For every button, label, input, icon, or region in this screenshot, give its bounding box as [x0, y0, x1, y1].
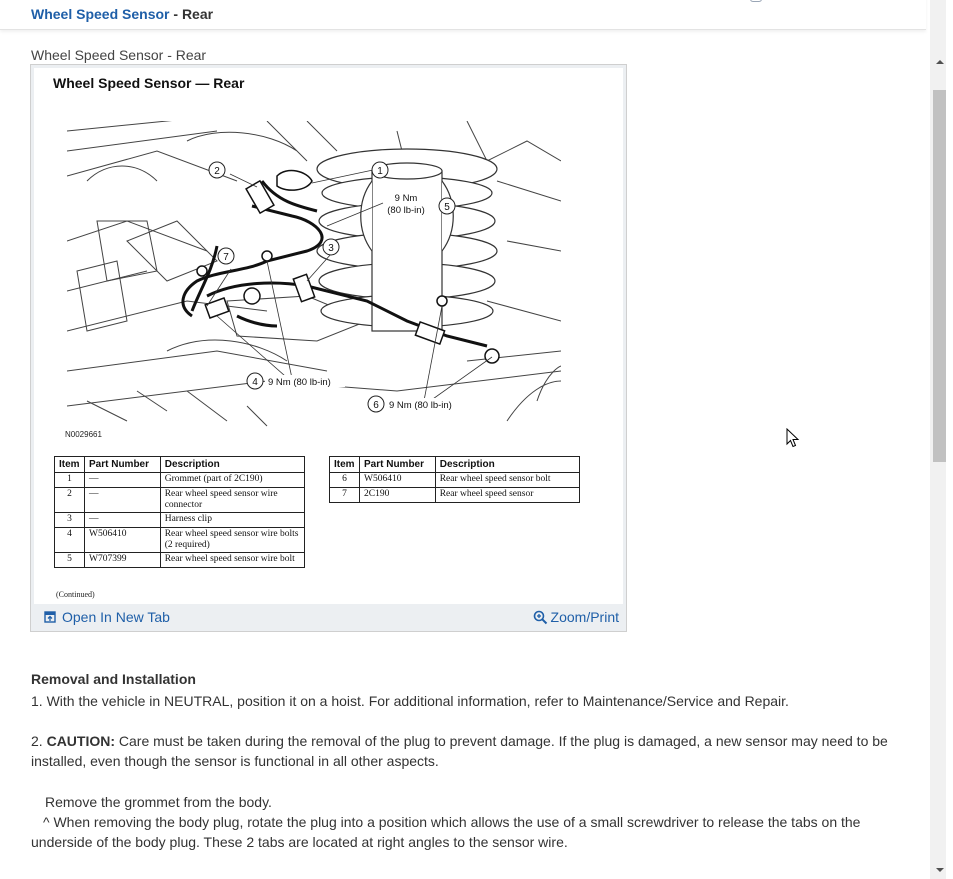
cell-item: 2: [54, 487, 85, 513]
open-in-new-tab-button[interactable]: Open In New Tab: [44, 609, 170, 625]
substep-note: ^ When removing the body plug, rotate th…: [31, 812, 911, 852]
column-header-item: Item: [54, 456, 85, 473]
callout-4: 4: [252, 377, 258, 388]
callout-2: 2: [214, 166, 220, 177]
mouse-pointer-icon: [786, 428, 800, 448]
table-row: 6 W506410 Rear wheel speed sensor bolt: [329, 472, 581, 488]
column-header-description: Description: [159, 456, 306, 473]
cell-description: Rear wheel speed sensor bolt: [434, 472, 581, 488]
section-header: Wheel Speed Sensor - Rear: [0, 0, 926, 30]
cell-description: Rear wheel speed sensor wire bolts (2 re…: [159, 527, 306, 553]
torque-label-5-line2: (80 lb-in): [387, 205, 425, 216]
cell-item: 5: [54, 552, 85, 568]
cell-part-number: 2C190: [358, 487, 436, 503]
figure-toolbar: Open In New Tab Zoom/Print: [34, 605, 623, 629]
table-row: 7 2C190 Rear wheel speed sensor: [329, 487, 581, 503]
cell-description: Grommet (part of 2C190): [159, 472, 306, 488]
table-header-row: Item Part Number Description: [329, 456, 581, 473]
step-2-number: 2.: [31, 733, 47, 749]
table-row: 1 — Grommet (part of 2C190): [54, 472, 306, 488]
table-header-row: Item Part Number Description: [54, 456, 306, 473]
cell-description: Rear wheel speed sensor wire connector: [159, 487, 306, 513]
magnifier-zoom-icon: [533, 610, 547, 624]
zoom-print-label: Zoom/Print: [550, 609, 619, 625]
figure-code: N0029661: [65, 430, 102, 439]
vertical-scrollbar[interactable]: [928, 0, 953, 879]
table-row: 4 W506410 Rear wheel speed sensor wire b…: [54, 527, 306, 553]
scrollbar-track[interactable]: [930, 0, 946, 879]
open-in-new-tab-icon: [44, 611, 56, 623]
cell-part-number: —: [83, 512, 161, 528]
breadcrumb-current: Rear: [181, 6, 214, 22]
column-header-item: Item: [329, 456, 360, 473]
cell-part-number: W506410: [83, 527, 161, 553]
figure-container: Wheel Speed Sensor — Rear 1 2 3 7 5 4 6 …: [30, 64, 627, 632]
cell-item: 3: [54, 512, 85, 528]
torque-label-4: 9 Nm (80 lb-in): [268, 377, 331, 388]
column-header-part-number: Part Number: [83, 456, 161, 473]
cell-part-number: —: [83, 472, 161, 488]
continued-note: (Continued): [56, 590, 95, 599]
figure-image[interactable]: Wheel Speed Sensor — Rear 1 2 3 7 5 4 6 …: [34, 68, 623, 604]
callout-3: 3: [328, 243, 334, 254]
column-header-description: Description: [434, 456, 581, 473]
torque-label-6: 9 Nm (80 lb-in): [389, 400, 452, 411]
breadcrumb: Wheel Speed Sensor - Rear: [31, 6, 213, 22]
step-2: 2. CAUTION: Care must be taken during th…: [31, 731, 911, 771]
callout-6: 6: [373, 400, 379, 411]
cell-item: 6: [329, 472, 360, 488]
table-row: 2 — Rear wheel speed sensor wire connect…: [54, 487, 306, 513]
breadcrumb-link[interactable]: Wheel Speed Sensor: [31, 6, 169, 22]
cell-description: Rear wheel speed sensor wire bolt: [159, 552, 306, 568]
parts-table-left: Item Part Number Description 1 — Grommet…: [54, 456, 306, 568]
caution-label: CAUTION:: [46, 733, 116, 749]
cell-item: 7: [329, 487, 360, 503]
header-dropdown-icon[interactable]: [750, 0, 762, 2]
section-heading: Removal and Installation: [31, 671, 196, 687]
callout-7: 7: [223, 252, 229, 263]
torque-label-5-line1: 9 Nm: [395, 193, 418, 204]
figure-title: Wheel Speed Sensor — Rear: [53, 75, 245, 91]
cell-part-number: W707399: [83, 552, 161, 568]
wheel-speed-sensor-diagram: 1 2 3 7 5 4 6 9 Nm (80 lb-in) 9 Nm (80 l…: [67, 121, 561, 427]
scrollbar-thumb[interactable]: [933, 90, 946, 462]
table-row: 5 W707399 Rear wheel speed sensor wire b…: [54, 552, 306, 568]
cell-item: 1: [54, 472, 85, 488]
open-in-new-tab-label: Open In New Tab: [62, 609, 170, 625]
cell-part-number: —: [83, 487, 161, 513]
callout-1: 1: [377, 166, 383, 177]
cell-description: Harness clip: [159, 512, 306, 528]
cell-part-number: W506410: [358, 472, 436, 488]
substep-remove-grommet: Remove the grommet from the body.: [45, 794, 272, 810]
scroll-up-arrow-icon[interactable]: [935, 58, 945, 66]
cell-description: Rear wheel speed sensor: [434, 487, 581, 503]
step-2-text: Care must be taken during the removal of…: [31, 733, 888, 769]
scroll-down-arrow-icon[interactable]: [935, 866, 945, 874]
zoom-print-button[interactable]: Zoom/Print: [533, 609, 619, 625]
breadcrumb-separator: -: [169, 6, 182, 22]
figure-caption: Wheel Speed Sensor - Rear: [31, 47, 207, 63]
table-row: 3 — Harness clip: [54, 512, 306, 528]
parts-table-right: Item Part Number Description 6 W506410 R…: [329, 456, 581, 503]
substep-note-text: ^ When removing the body plug, rotate th…: [31, 814, 861, 850]
cell-item: 4: [54, 527, 85, 553]
callout-5: 5: [444, 202, 450, 213]
step-1: 1. With the vehicle in NEUTRAL, position…: [31, 693, 789, 709]
column-header-part-number: Part Number: [358, 456, 436, 473]
